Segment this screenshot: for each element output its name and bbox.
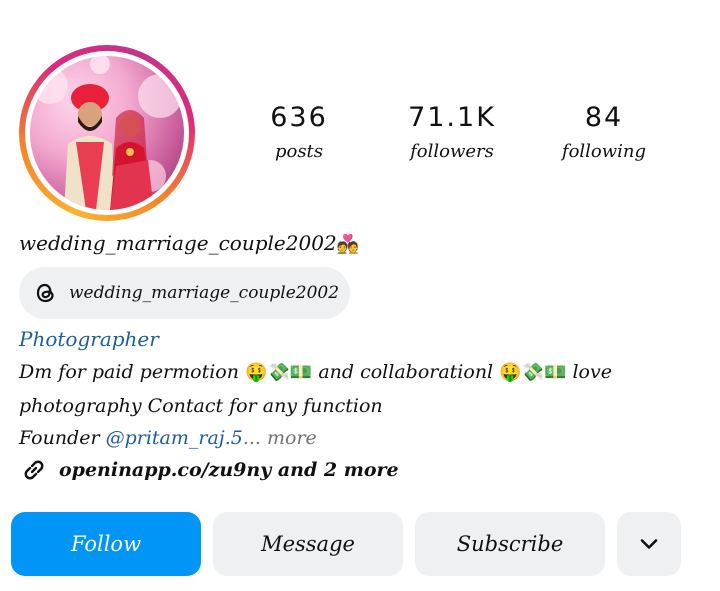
couple-emoji: 💑 <box>336 234 360 255</box>
mention-link[interactable]: @pritam_raj.5 <box>106 427 243 449</box>
profile-avatar-ring[interactable] <box>19 45 195 221</box>
threads-handle: wedding_marriage_couple2002 <box>69 283 340 303</box>
avatar-photo <box>32 56 182 210</box>
bio-text-a: Dm for paid permotion <box>19 361 239 383</box>
more-link[interactable]: ... more <box>243 427 317 449</box>
profile-username: wedding_marriage_couple2002💑 <box>19 228 359 260</box>
external-link[interactable]: openinapp.co/zu9ny and 2 more <box>19 455 399 485</box>
bio-text-b: and collaborationl <box>318 361 494 383</box>
chevron-down-icon <box>640 539 658 549</box>
following-count: 84 <box>584 102 624 133</box>
link-text[interactable]: openinapp.co/zu9ny and 2 more <box>59 455 399 485</box>
threads-badge[interactable]: wedding_marriage_couple2002 <box>19 267 350 319</box>
money-emoji-group: 🤑💸💵 <box>499 362 567 383</box>
bio-text-c: love <box>572 361 612 383</box>
stat-following[interactable]: 84 following <box>534 100 674 164</box>
profile-category: Photographer <box>19 327 159 351</box>
followers-label: followers <box>410 141 494 162</box>
bio-line-2: photography Contact for any function <box>19 395 383 417</box>
following-label: following <box>561 141 647 162</box>
bio-line-3: Founder @pritam_raj.5... more <box>19 423 317 453</box>
followers-count: 71.1K <box>408 102 496 133</box>
stat-followers[interactable]: 71.1K followers <box>382 100 522 164</box>
link-icon <box>24 460 44 480</box>
message-button[interactable]: Message <box>213 512 403 576</box>
avatar[interactable] <box>30 56 184 210</box>
avatar-border <box>25 51 189 215</box>
money-emoji-group: 🤑💸💵 <box>245 362 313 383</box>
follow-button[interactable]: Follow <box>11 512 201 576</box>
subscribe-button[interactable]: Subscribe <box>415 512 605 576</box>
posts-count: 636 <box>270 102 328 133</box>
bio-line-1: Dm for paid permotion 🤑💸💵 and collaborat… <box>19 357 612 388</box>
posts-label: posts <box>274 141 324 162</box>
stat-posts[interactable]: 636 posts <box>229 100 369 164</box>
threads-icon <box>36 283 54 303</box>
bio-founder-text: Founder <box>19 427 100 449</box>
suggestions-dropdown-button[interactable] <box>617 512 681 576</box>
username-text: wedding_marriage_couple2002 <box>19 231 337 255</box>
